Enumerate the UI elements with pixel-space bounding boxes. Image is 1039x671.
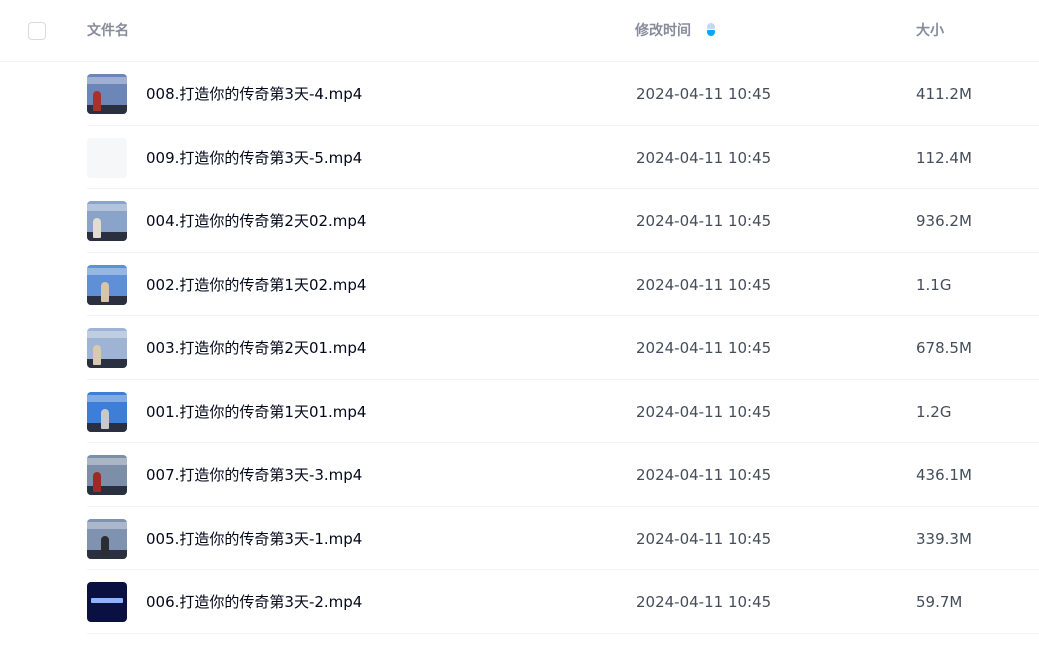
sort-descending-icon[interactable]: [706, 23, 716, 37]
column-header-modified-time-label: 修改时间: [635, 23, 691, 39]
file-row[interactable]: 009.打造你的传奇第3天-5.mp4 2024-04-11 10:45 112.4…: [0, 126, 1039, 190]
file-row[interactable]: 005.打造你的传奇第3天-1.mp4 2024-04-11 10:45 339.3…: [0, 507, 1039, 571]
video-thumbnail[interactable]: [87, 264, 127, 305]
column-header-size[interactable]: 大小: [916, 22, 944, 40]
column-header-filename[interactable]: 文件名: [87, 22, 129, 40]
column-header-modified-time[interactable]: 修改时间: [635, 22, 716, 40]
file-row[interactable]: 002.打造你的传奇第1天02.mp4 2024-04-11 10:45 1.1G: [0, 253, 1039, 317]
file-size: 436.1M: [916, 466, 972, 484]
file-size: 1.1G: [916, 275, 952, 294]
file-size: 59.7M: [916, 593, 963, 611]
file-modified-time: 2024-04-11 10:45: [636, 212, 772, 230]
file-name[interactable]: 004.打造你的传奇第2天02.mp4: [146, 211, 366, 231]
video-thumbnail[interactable]: [87, 328, 127, 368]
file-name[interactable]: 002.打造你的传奇第1天02.mp4: [146, 275, 366, 295]
file-size: 1.2G: [916, 402, 952, 421]
video-thumbnail[interactable]: [87, 582, 127, 622]
file-name[interactable]: 006.打造你的传奇第3天-2.mp4: [146, 592, 362, 612]
video-thumbnail[interactable]: [87, 518, 127, 559]
video-thumbnail[interactable]: [87, 74, 127, 114]
file-modified-time: 2024-04-11 10:45: [636, 339, 772, 357]
file-size: 936.2M: [916, 212, 972, 230]
file-name[interactable]: 007.打造你的传奇第3天-3.mp4: [146, 465, 362, 485]
file-row[interactable]: 006.打造你的传奇第3天-2.mp4 2024-04-11 10:45 59.7M: [0, 570, 1039, 634]
file-size: 112.4M: [916, 148, 972, 167]
video-thumbnail[interactable]: [87, 391, 127, 432]
file-list: 008.打造你的传奇第3天-4.mp4 2024-04-11 10:45 411.2…: [0, 62, 1039, 634]
file-list-header: 文件名 修改时间 大小: [0, 0, 1039, 62]
file-modified-time: 2024-04-11 10:45: [636, 466, 772, 484]
video-thumbnail[interactable]: [87, 201, 127, 241]
video-thumbnail[interactable]: [87, 455, 127, 495]
file-name[interactable]: 005.打造你的传奇第3天-1.mp4: [146, 529, 362, 549]
file-modified-time: 2024-04-11 10:45: [636, 275, 772, 294]
file-modified-time: 2024-04-11 10:45: [636, 85, 772, 103]
video-thumbnail[interactable]: [87, 137, 127, 178]
select-all-checkbox[interactable]: [28, 22, 46, 40]
file-modified-time: 2024-04-11 10:45: [636, 148, 772, 167]
file-size: 411.2M: [916, 85, 972, 103]
file-modified-time: 2024-04-11 10:45: [636, 593, 772, 611]
file-name[interactable]: 009.打造你的传奇第3天-5.mp4: [146, 148, 362, 168]
file-size: 339.3M: [916, 529, 972, 548]
file-row[interactable]: 001.打造你的传奇第1天01.mp4 2024-04-11 10:45 1.2G: [0, 380, 1039, 444]
file-row[interactable]: 003.打造你的传奇第2天01.mp4 2024-04-11 10:45 678.5…: [0, 316, 1039, 380]
file-modified-time: 2024-04-11 10:45: [636, 402, 772, 421]
file-row[interactable]: 008.打造你的传奇第3天-4.mp4 2024-04-11 10:45 411.2…: [0, 62, 1039, 126]
file-name[interactable]: 008.打造你的传奇第3天-4.mp4: [146, 84, 362, 104]
file-size: 678.5M: [916, 339, 972, 357]
file-modified-time: 2024-04-11 10:45: [636, 529, 772, 548]
file-name[interactable]: 001.打造你的传奇第1天01.mp4: [146, 402, 366, 422]
file-row[interactable]: 007.打造你的传奇第3天-3.mp4 2024-04-11 10:45 436.1…: [0, 443, 1039, 507]
file-row[interactable]: 004.打造你的传奇第2天02.mp4 2024-04-11 10:45 936.2…: [0, 189, 1039, 253]
file-name[interactable]: 003.打造你的传奇第2天01.mp4: [146, 338, 366, 358]
